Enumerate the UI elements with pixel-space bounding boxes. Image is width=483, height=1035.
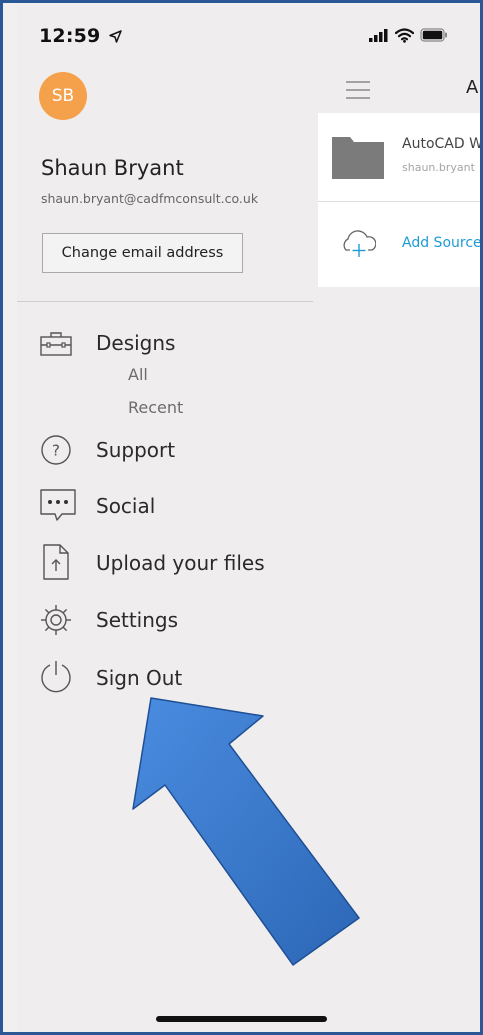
menu-divider: [17, 301, 313, 302]
hamburger-icon[interactable]: [346, 81, 370, 99]
help-circle-icon: ?: [39, 433, 73, 467]
folder-icon: [332, 137, 384, 183]
status-icons: [369, 25, 448, 45]
right-panel: A AutoCAD W shaun.bryant Add Source: [318, 61, 483, 287]
wifi-icon: [395, 27, 414, 43]
nav-item-support[interactable]: ? Support: [17, 433, 307, 469]
chat-bubble-icon: [39, 489, 77, 523]
signal-icon: [369, 29, 388, 42]
right-panel-title: A: [466, 77, 479, 98]
cloud-add-icon: [342, 228, 377, 262]
screenshot-frame: 12:59 SB Shaun Bryant shaun.bryant@cadfm…: [0, 0, 483, 1035]
app-screen: 12:59 SB Shaun Bryant shaun.bryant@cadfm…: [17, 5, 483, 1032]
nav-item-sign-out[interactable]: Sign Out: [17, 658, 307, 698]
home-indicator: [156, 1016, 327, 1022]
avatar[interactable]: SB: [39, 72, 87, 120]
status-time: 12:59: [39, 25, 123, 47]
svg-text:?: ?: [52, 442, 60, 460]
power-icon: [39, 660, 73, 694]
folder-subtitle: shaun.bryant: [402, 161, 475, 174]
user-name: Shaun Bryant: [41, 156, 184, 180]
location-arrow-icon: [109, 30, 123, 43]
source-list: AutoCAD W shaun.bryant Add Source: [318, 113, 483, 287]
nav-label-social: Social: [96, 494, 156, 518]
battery-icon: [420, 28, 447, 42]
nav-label-sign-out: Sign Out: [96, 666, 183, 690]
gear-icon: [39, 603, 73, 637]
add-source-button[interactable]: Add Source: [318, 202, 482, 287]
nav-item-settings[interactable]: Settings: [17, 601, 307, 639]
folder-title: AutoCAD W: [402, 136, 483, 152]
nav-item-upload[interactable]: Upload your files: [17, 543, 307, 583]
nav-label-settings: Settings: [96, 608, 179, 632]
designs-subitem-all[interactable]: All: [128, 365, 148, 384]
briefcase-icon: [39, 327, 73, 361]
change-email-button[interactable]: Change email address: [42, 233, 243, 273]
nav-item-social[interactable]: Social: [17, 488, 307, 526]
nav-label-designs: Designs: [96, 331, 176, 355]
folder-list-item[interactable]: AutoCAD W shaun.bryant: [318, 113, 483, 201]
nav-label-upload: Upload your files: [96, 551, 265, 575]
upload-file-icon: [39, 544, 73, 580]
nav-label-support: Support: [96, 438, 176, 462]
right-panel-header: A: [318, 61, 480, 113]
status-bar: 12:59: [17, 5, 480, 61]
add-source-label: Add Source: [402, 235, 482, 251]
designs-subitem-recent[interactable]: Recent: [128, 398, 183, 417]
nav-item-designs[interactable]: Designs: [17, 326, 307, 362]
user-email: shaun.bryant@cadfmconsult.co.uk: [41, 191, 259, 206]
